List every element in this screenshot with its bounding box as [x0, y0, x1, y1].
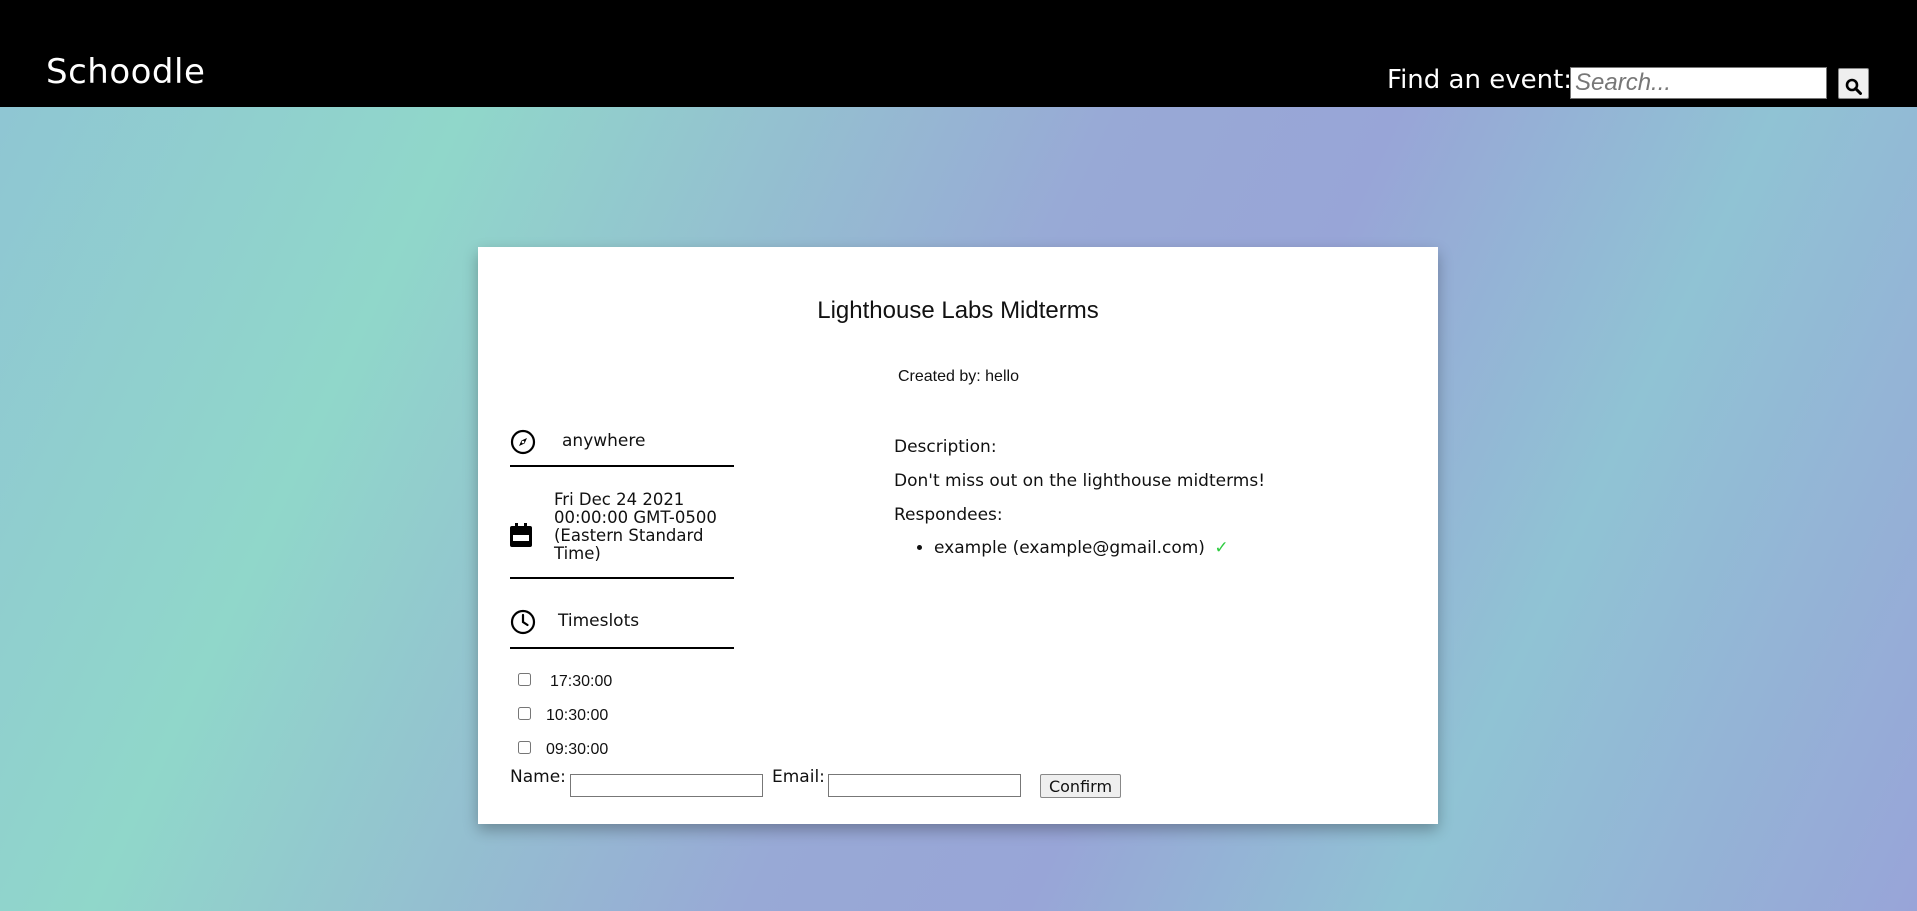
- search-button[interactable]: [1838, 68, 1869, 99]
- description-label: Description:: [894, 437, 997, 457]
- timeslot-time: 09:30:00: [546, 741, 609, 758]
- check-icon: ✓: [1214, 538, 1229, 558]
- email-label: Email:: [772, 767, 825, 787]
- event-card: Lighthouse Labs Midterms Created by: hel…: [478, 247, 1438, 824]
- top-navbar: Schoodle Find an event:: [0, 0, 1917, 107]
- timeslot-checkbox[interactable]: [518, 741, 531, 754]
- confirm-button[interactable]: Confirm: [1040, 774, 1121, 798]
- location-text: anywhere: [562, 431, 646, 451]
- respondees-list: example (example@gmail.com) ✓: [894, 537, 1229, 559]
- date-text: Fri Dec 24 2021 00:00:00 GMT-0500 (Easte…: [554, 490, 717, 563]
- description-text: Don't miss out on the lighthouse midterm…: [894, 471, 1266, 491]
- respondees-label: Respondees:: [894, 505, 1003, 525]
- response-form: Name: Email: Confirm: [510, 767, 1410, 798]
- timeslots-label: Timeslots: [558, 611, 640, 631]
- timeslot-checkbox[interactable]: [518, 673, 531, 686]
- email-input[interactable]: [828, 774, 1021, 797]
- name-input[interactable]: [570, 774, 763, 797]
- search-label: Find an event:: [1387, 65, 1573, 95]
- timeslot-time: 17:30:00: [550, 673, 613, 690]
- timeslot-time: 10:30:00: [546, 707, 609, 724]
- search-input[interactable]: [1570, 67, 1827, 99]
- search-icon: [1845, 78, 1862, 95]
- compass-icon: [510, 429, 536, 455]
- clock-icon: [510, 609, 536, 635]
- name-label: Name:: [510, 767, 566, 787]
- timeslot-checkbox[interactable]: [518, 707, 531, 720]
- calendar-icon: [510, 523, 532, 547]
- event-creator: Created by: hello: [898, 368, 1019, 385]
- list-item: example (example@gmail.com) ✓: [934, 537, 1229, 559]
- respondee-text: example (example@gmail.com): [934, 538, 1205, 558]
- event-date: Fri Dec 24 2021 00:00:00 GMT-0500 (Easte…: [510, 491, 734, 579]
- event-location: anywhere: [510, 417, 734, 467]
- brand-logo[interactable]: Schoodle: [46, 52, 205, 92]
- event-timeslots-header: Timeslots: [510, 607, 734, 649]
- event-title: Lighthouse Labs Midterms: [817, 297, 1099, 324]
